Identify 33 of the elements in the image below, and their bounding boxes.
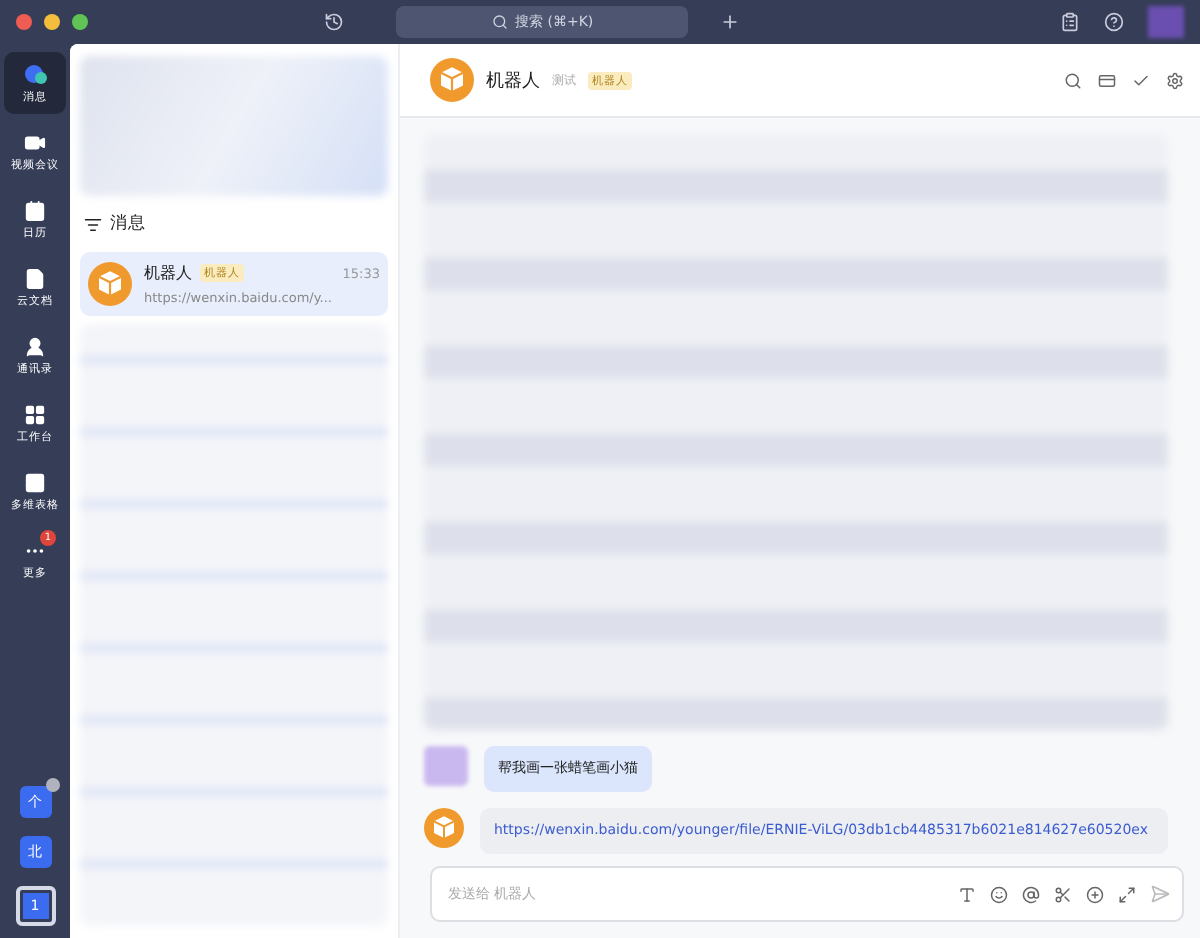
box-avatar-icon [424, 808, 464, 848]
expand-icon[interactable] [1118, 885, 1136, 903]
scissors-icon[interactable] [1054, 885, 1072, 903]
mention-icon[interactable] [1022, 885, 1040, 903]
add-icon[interactable] [720, 12, 741, 32]
chat-title: 机器人 [486, 69, 540, 93]
video-icon [24, 131, 46, 153]
list-header: 消息 [110, 212, 146, 236]
clipboard-icon[interactable] [1060, 12, 1080, 32]
add-icon[interactable] [1086, 885, 1104, 903]
docs-icon [24, 267, 46, 289]
maximize-icon[interactable] [72, 14, 88, 30]
settings-icon[interactable] [1166, 71, 1184, 89]
conversation-name: 机器人 [144, 262, 192, 284]
emoji-icon[interactable] [990, 885, 1008, 903]
box-avatar-icon [88, 262, 132, 306]
close-icon[interactable] [16, 14, 32, 30]
table-icon [24, 471, 46, 493]
filter-icon[interactable] [84, 215, 102, 233]
history-icon[interactable] [324, 12, 345, 32]
help-icon[interactable] [1104, 12, 1124, 32]
card-icon[interactable] [1098, 71, 1116, 89]
apps-icon [24, 403, 46, 425]
calendar-icon [24, 199, 46, 221]
check-icon[interactable] [1132, 71, 1150, 89]
minimize-icon[interactable] [44, 14, 60, 30]
user-avatar [424, 746, 468, 786]
format-icon[interactable] [958, 885, 976, 903]
search-icon[interactable] [1064, 71, 1082, 89]
box-avatar-icon [430, 58, 474, 102]
contacts-icon [24, 335, 46, 357]
chat-bubbles-icon [23, 63, 47, 85]
search-icon [491, 14, 508, 30]
